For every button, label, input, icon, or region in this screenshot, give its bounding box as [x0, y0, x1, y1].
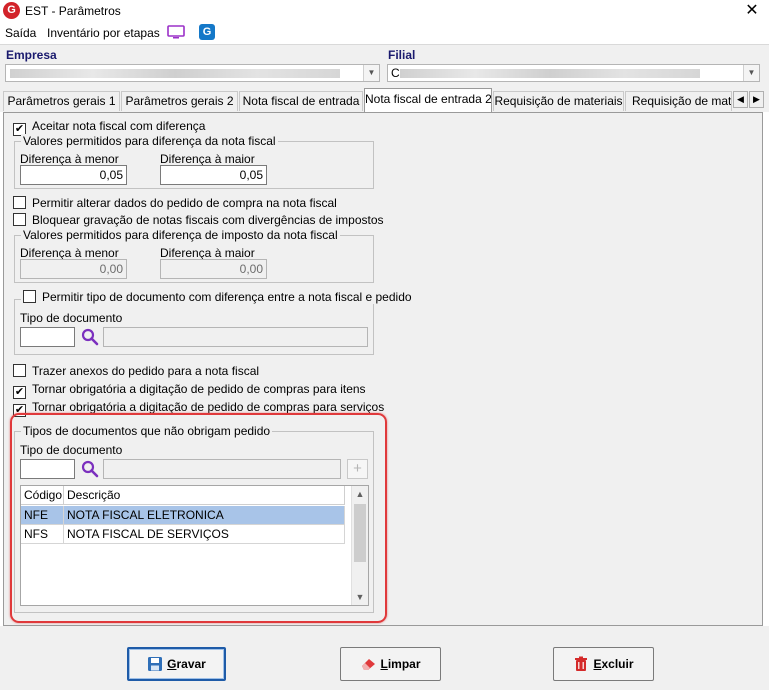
tab-scroll-right-icon[interactable]: ▶ [749, 91, 764, 108]
tipo-doc-code-input[interactable] [20, 327, 75, 347]
scrollbar-thumb[interactable] [354, 504, 366, 562]
dif-menor-label: Diferença à menor [20, 246, 119, 260]
dif-maior-input[interactable] [160, 165, 267, 185]
group-legend: Valores permitidos para diferença de imp… [21, 228, 340, 242]
bloquear-gravacao-checkbox[interactable] [13, 213, 26, 226]
grid-scrollbar[interactable]: ▲ ▼ [351, 486, 368, 605]
window-title: EST - Parâmetros [25, 4, 121, 18]
empresa-select[interactable]: ▼ [5, 64, 380, 82]
menu-bar: Saída Inventário por etapas G [0, 22, 769, 44]
cell-codigo: NFE [21, 506, 64, 525]
checkbox-label: Trazer anexos do pedido para a nota fisc… [32, 364, 260, 378]
tipo-doc-code-input[interactable] [20, 459, 75, 479]
column-header-codigo[interactable]: Código [21, 486, 64, 505]
gravar-underlined-letter: G [167, 657, 177, 671]
tipo-doc-description-input [103, 327, 368, 347]
permitir-tipo-doc-group: Permitir tipo de documento com diferença… [14, 290, 414, 355]
tab-parametros-gerais-2[interactable]: Parâmetros gerais 2 [121, 91, 238, 111]
imposto-dif-maior-input [160, 259, 267, 279]
dif-menor-input[interactable] [20, 165, 127, 185]
table-row[interactable]: NFE NOTA FISCAL ELETRONICA [21, 506, 345, 525]
eraser-icon [362, 659, 376, 670]
tab-nota-fiscal-entrada[interactable]: Nota fiscal de entrada [239, 91, 363, 111]
tab-content-nota-fiscal-entrada-2: ✔ Aceitar nota fiscal com diferença Valor… [3, 112, 763, 626]
imposto-dif-menor-input [20, 259, 127, 279]
checkbox-label: Tornar obrigatória a digitação de pedido… [32, 382, 366, 396]
dif-maior-label: Diferença à maior [160, 246, 255, 260]
redacted-value [10, 69, 340, 78]
group-legend: Valores permitidos para diferença da not… [21, 134, 278, 148]
gravar-button[interactable]: Gravar [127, 647, 226, 681]
tab-requisicao-materiais-2[interactable]: Requisição de materi [625, 91, 732, 111]
trazer-anexos-row: Trazer anexos do pedido para a nota fisc… [13, 364, 259, 378]
search-icon[interactable] [81, 328, 99, 346]
valores-nf-group: Valores permitidos para diferença da not… [14, 134, 374, 189]
chevron-up-icon[interactable]: ▲ [352, 486, 368, 502]
excluir-underlined-letter: E [593, 657, 602, 671]
company-branch-panel: Empresa ▼ Filial C ▼ [0, 44, 769, 88]
limpar-underlined-letter: L [380, 657, 388, 671]
add-button[interactable]: + [347, 459, 368, 479]
gravar-label-rest: ravar [176, 657, 206, 671]
checkbox-label: Permitir alterar dados do pedido de comp… [32, 196, 337, 210]
empresa-label: Empresa [6, 48, 57, 62]
tipo-doc-label: Tipo de documento [20, 311, 123, 325]
tab-parametros-gerais-1[interactable]: Parâmetros gerais 1 [3, 91, 120, 111]
bloquear-gravacao-row: Bloquear gravação de notas fiscais com d… [13, 213, 384, 227]
checkbox-label: Permitir tipo de documento com diferença… [42, 290, 412, 304]
filial-label: Filial [388, 48, 416, 62]
filial-value-prefix: C [391, 66, 400, 80]
obrigatoria-servicos-row: ✔ Tornar obrigatória a digitação de pedid… [13, 400, 384, 417]
app-logo-icon: G [3, 2, 20, 19]
obrigatoria-itens-checkbox[interactable]: ✔ [13, 386, 26, 399]
tipo-doc-label: Tipo de documento [20, 443, 123, 457]
excluir-button[interactable]: Excluir [553, 647, 654, 681]
g-app-icon[interactable]: G [199, 24, 215, 40]
save-icon [148, 657, 163, 671]
title-bar: G EST - Parâmetros ✕ [0, 0, 769, 22]
tab-scroll-left-icon[interactable]: ◀ [733, 91, 748, 108]
obrigatoria-itens-row: ✔ Tornar obrigatória a digitação de pedid… [13, 382, 366, 399]
permitir-alterar-row: Permitir alterar dados do pedido de comp… [13, 196, 337, 210]
excluir-label-rest: xcluir [601, 657, 634, 671]
permitir-alterar-checkbox[interactable] [13, 196, 26, 209]
menu-item-inventario[interactable]: Inventário por etapas [47, 26, 160, 40]
chevron-down-icon[interactable]: ▼ [352, 589, 368, 605]
filial-select[interactable]: C ▼ [387, 64, 760, 82]
search-icon[interactable] [81, 460, 99, 478]
tipo-doc-description-input [103, 459, 341, 479]
checkbox-label: Aceitar nota fiscal com diferença [32, 119, 206, 133]
cell-descricao: NOTA FISCAL ELETRONICA [64, 506, 345, 525]
cell-codigo: NFS [21, 525, 64, 544]
limpar-label-rest: impar [387, 657, 421, 671]
limpar-button[interactable]: Limpar [340, 647, 441, 681]
permitir-tipo-doc-legend: Permitir tipo de documento com diferença… [21, 290, 414, 304]
action-bar: Gravar Limpar Excluir [0, 626, 769, 690]
dif-menor-label: Diferença à menor [20, 152, 119, 166]
cell-descricao: NOTA FISCAL DE SERVIÇOS [64, 525, 345, 544]
dif-maior-label: Diferença à maior [160, 152, 255, 166]
close-button[interactable]: ✕ [740, 2, 764, 20]
trazer-anexos-checkbox[interactable] [13, 364, 26, 377]
table-row[interactable]: NFS NOTA FISCAL DE SERVIÇOS [21, 525, 345, 544]
column-header-descricao[interactable]: Descrição [64, 486, 345, 505]
tipos-doc-grid: Código Descrição NFE NOTA FISCAL ELETRON… [20, 485, 369, 606]
valores-imposto-group: Valores permitidos para diferença de imp… [14, 228, 374, 283]
chevron-down-icon[interactable]: ▼ [743, 65, 759, 81]
trash-icon [575, 656, 588, 671]
obrigatoria-servicos-checkbox[interactable]: ✔ [13, 404, 26, 417]
redacted-value [400, 69, 700, 78]
tab-requisicao-materiais[interactable]: Requisição de materiais [493, 91, 624, 111]
tab-nota-fiscal-entrada-2[interactable]: Nota fiscal de entrada 2 [364, 88, 492, 112]
tab-strip: Parâmetros gerais 1 Parâmetros gerais 2 … [0, 88, 769, 112]
group-legend: Tipos de documentos que não obrigam pedi… [21, 424, 273, 438]
menu-item-saida[interactable]: Saída [5, 26, 36, 40]
checkbox-label: Tornar obrigatória a digitação de pedido… [32, 400, 385, 414]
monitor-icon[interactable] [167, 25, 185, 39]
permitir-tipo-doc-checkbox[interactable] [23, 290, 36, 303]
chevron-down-icon[interactable]: ▼ [363, 65, 379, 81]
checkbox-label: Bloquear gravação de notas fiscais com d… [32, 213, 384, 227]
